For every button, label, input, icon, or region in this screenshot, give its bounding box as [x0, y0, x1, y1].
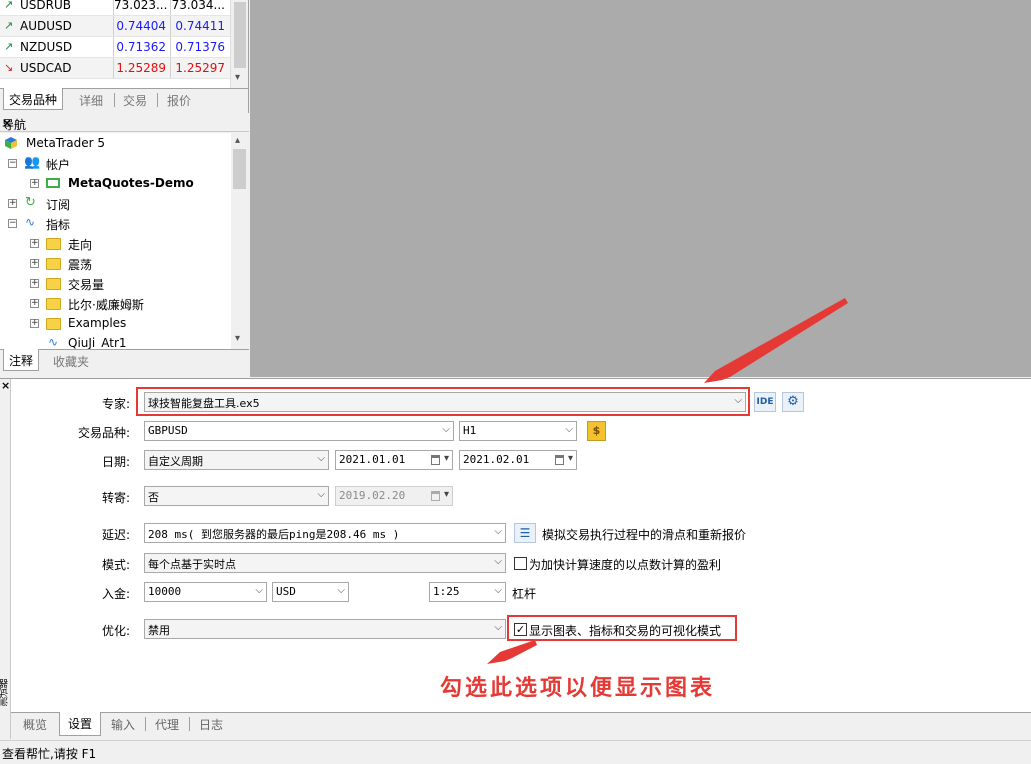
annotation-arrow-upper [704, 298, 848, 383]
tab-settings[interactable]: 设置 [59, 712, 102, 736]
status-bar: 查看帮忙,请按 F1 [0, 740, 1031, 764]
status-text: 查看帮忙,请按 F1 [2, 747, 97, 761]
tab-journal[interactable]: 日志 [199, 716, 223, 733]
tab-overview[interactable]: 概览 [23, 716, 47, 733]
annotation-text: 勾选此选项以便显示图表 [440, 676, 716, 701]
annotation-arrows [487, 298, 848, 664]
tab-agents[interactable]: 代理 [155, 716, 179, 733]
tester-side-label: 测试器 [0, 679, 10, 706]
annotation-arrow-lower [487, 640, 537, 664]
tester-tabs: 概览 设置 输入 代理 日志 [11, 712, 1031, 736]
tester-side-strip: × 测试器 [0, 379, 11, 739]
close-icon[interactable]: × [1, 379, 10, 392]
tab-inputs[interactable]: 输入 [111, 716, 135, 733]
